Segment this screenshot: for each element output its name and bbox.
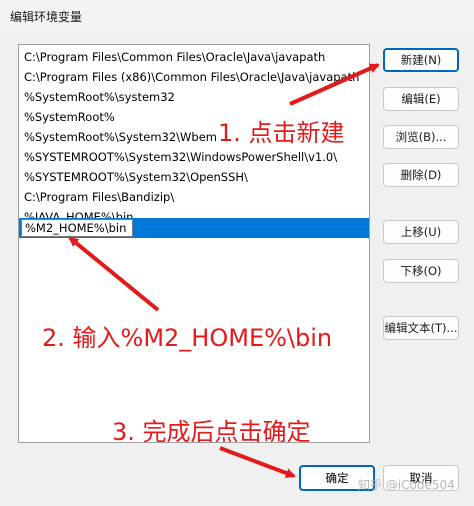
path-item[interactable]: C:\Program Files\Common Files\Oracle\Jav… [19, 47, 369, 67]
path-item[interactable]: C:\Program Files\Bandizip\ [19, 187, 369, 207]
move-down-button[interactable]: 下移(O) [383, 259, 459, 283]
window-title: 编辑环境变量 [10, 10, 83, 24]
annotation-step1: 1. 点击新建 [218, 119, 345, 147]
path-item[interactable]: %SYSTEMROOT%\System32\WindowsPowerShell\… [19, 147, 369, 167]
new-button[interactable]: 新建(N) [383, 48, 459, 72]
title-bar: 编辑环境变量 [0, 0, 474, 32]
edit-text-button[interactable]: 编辑文本(T)... [383, 316, 459, 340]
delete-button[interactable]: 删除(D) [383, 163, 459, 187]
watermark: 知乎 @iCode504 [358, 478, 455, 492]
path-edit-input[interactable]: %M2_HOME%\bin [21, 219, 133, 237]
arrow-to-ok-button [219, 446, 296, 478]
path-list[interactable]: C:\Program Files\Common Files\Oracle\Jav… [18, 44, 370, 443]
annotation-step2: 2. 输入%M2_HOME%\bin [42, 324, 333, 352]
path-item[interactable]: %SYSTEMROOT%\System32\OpenSSH\ [19, 167, 369, 187]
selected-path-item[interactable]: %M2_HOME%\bin [19, 218, 369, 238]
annotation-step3: 3. 完成后点击确定 [112, 418, 311, 446]
path-item[interactable]: %SystemRoot%\system32 [19, 87, 369, 107]
path-item[interactable]: C:\Program Files (x86)\Common Files\Orac… [19, 67, 369, 87]
move-up-button[interactable]: 上移(U) [383, 220, 459, 244]
browse-button[interactable]: 浏览(B)... [383, 125, 459, 149]
edit-button[interactable]: 编辑(E) [383, 87, 459, 111]
